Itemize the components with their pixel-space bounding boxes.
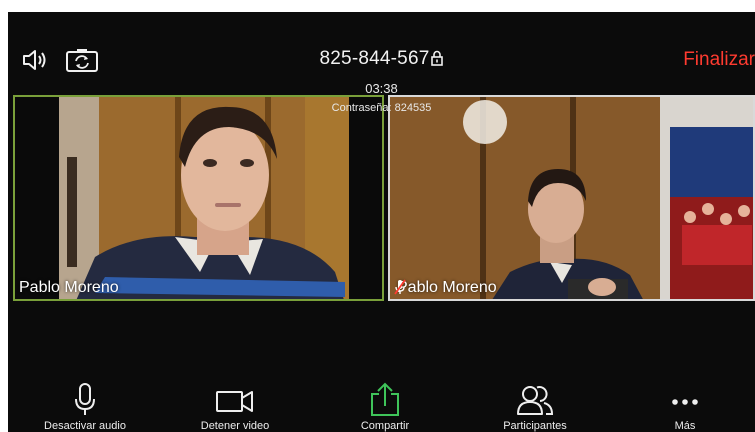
lock-icon xyxy=(431,50,444,72)
share-label: Compartir xyxy=(360,420,410,432)
participant-name-right-text: Pablo Moreno xyxy=(397,279,497,296)
participants-label: Participantes xyxy=(503,420,567,432)
stop-video-button[interactable]: Detener video xyxy=(170,382,300,432)
stop-video-label: Detener video xyxy=(200,420,270,432)
mute-audio-label: Desactivar audio xyxy=(44,420,126,432)
participants-icon xyxy=(470,382,600,416)
more-button[interactable]: Más xyxy=(620,382,750,432)
bottom-toolbar: Desactivar audio Detener video Compartir xyxy=(8,382,755,432)
meeting-id-text: 825-844-567 xyxy=(319,48,430,69)
participants-button[interactable]: Participantes xyxy=(470,382,600,432)
mic-icon xyxy=(20,382,150,416)
more-icon xyxy=(620,382,750,416)
participant-name-left: Pablo Moreno xyxy=(19,279,119,296)
share-button[interactable]: Compartir xyxy=(320,382,450,432)
share-icon xyxy=(320,382,450,416)
meeting-timer: 03:38 xyxy=(365,81,398,96)
participant-name-right: Pablo Moreno xyxy=(394,279,497,297)
end-meeting-button[interactable]: Finalizar xyxy=(683,49,755,71)
video-camera-icon xyxy=(170,382,300,416)
video-tile-remote[interactable]: Pablo Moreno xyxy=(388,95,755,301)
video-tile-self[interactable]: Pablo Moreno xyxy=(13,95,384,301)
video-feed-left xyxy=(15,97,382,299)
more-label: Más xyxy=(674,420,696,432)
meeting-id: 825-844-567 xyxy=(8,48,755,72)
meeting-password: Contraseña: 824535 xyxy=(331,102,432,114)
mute-audio-button[interactable]: Desactivar audio xyxy=(20,382,150,432)
video-feed-right xyxy=(390,97,753,299)
zoom-meeting-window: 825-844-567 Finalizar Pablo Moreno Pablo… xyxy=(8,12,755,432)
